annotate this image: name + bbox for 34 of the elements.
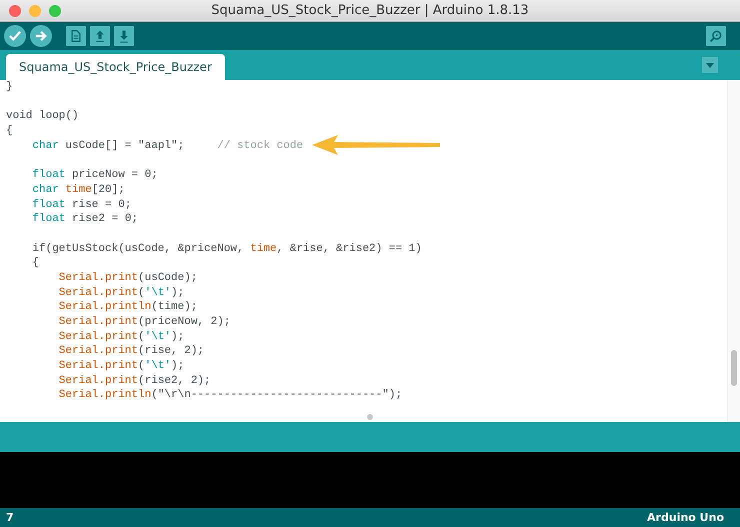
zoom-button[interactable] (49, 4, 61, 16)
line-number: 7 (6, 511, 14, 524)
code-line: { (32, 256, 39, 271)
serial-monitor-button[interactable] (706, 26, 726, 46)
code-line: { (6, 124, 13, 139)
splitter-handle[interactable] (367, 414, 373, 420)
code-line: Serial.print(rise, 2); (58, 344, 204, 360)
code-line: float rise2 = 0; (32, 212, 138, 227)
board-name: Arduino Uno (647, 511, 724, 524)
code-line: void loop() (6, 109, 79, 124)
code-line: char usCode[] = "aapl"; // stock code (32, 138, 304, 154)
code-line: char time[20]; (32, 182, 125, 198)
code-line: Serial.println("\r\n-----------------------------"); (58, 388, 402, 404)
close-button[interactable] (9, 4, 21, 16)
window-title: Squama_US_Stock_Price_Buzzer | Arduino 1.8.13 (211, 3, 529, 18)
code-line: Serial.print(rise2, 2); (58, 374, 211, 388)
sketch-tab[interactable]: Squama_US_Stock_Price_Buzzer (6, 54, 225, 80)
code-line: Serial.print(priceNow, 2); (58, 315, 230, 330)
code-line: if(getUsStock(usCode, &priceNow, time, &rise, &rise2) == 1) (32, 242, 422, 256)
upload-button[interactable] (30, 25, 52, 47)
scrollbar-thumb[interactable] (731, 350, 737, 386)
code-line: Serial.print(usCode); (58, 270, 198, 286)
code-line: float priceNow = 0; (32, 168, 158, 183)
code-line: } (6, 80, 13, 95)
code-line: Serial.print('\t'); (58, 330, 184, 344)
tab-menu-button[interactable] (702, 57, 718, 73)
code-line: float rise = 0; (32, 198, 132, 212)
new-file-button[interactable] (66, 26, 86, 46)
code-line: Serial.print('\t'); (58, 286, 184, 300)
verify-button[interactable] (4, 25, 26, 47)
open-button[interactable] (90, 26, 110, 46)
code-line: Serial.println(time); (58, 300, 198, 315)
code-line: Serial.print('\t'); (58, 359, 184, 374)
save-button[interactable] (114, 26, 134, 46)
